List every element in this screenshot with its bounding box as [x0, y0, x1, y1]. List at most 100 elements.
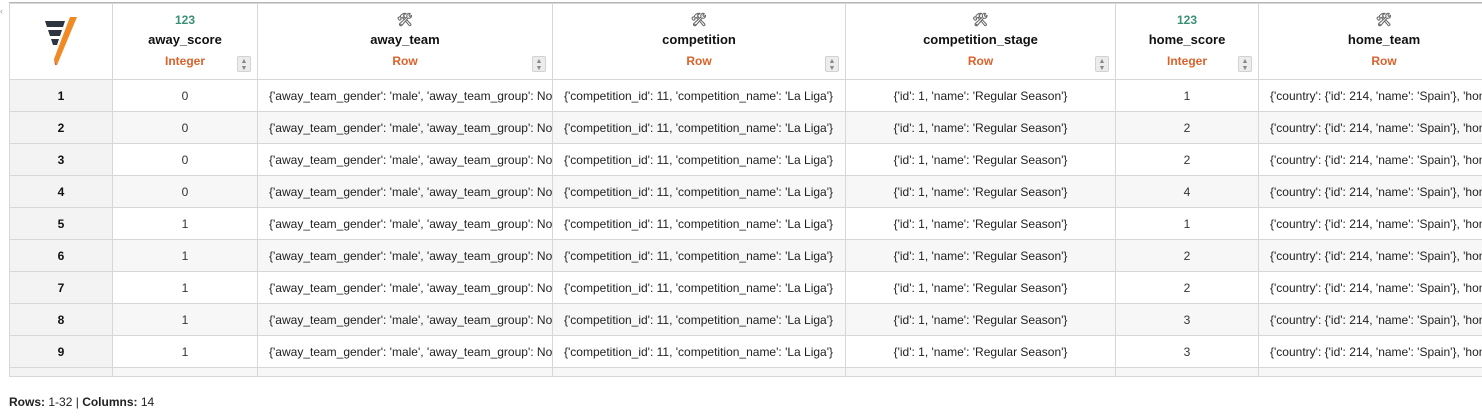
row-index: 1 — [9, 79, 113, 112]
column-header-away-team[interactable]: 🛠 away_team Row ▲ ▼ — [257, 3, 553, 80]
column-header-away-score[interactable]: 123 away_score Integer ▲ ▼ — [112, 3, 258, 80]
tools-type-icon: 🛠 — [690, 12, 708, 27]
cell-home-score[interactable]: 1 — [1115, 79, 1259, 112]
cell-away-team[interactable]: {'away_team_gender': 'male', 'away_team_… — [257, 175, 553, 208]
cell-away-score[interactable]: 0 — [112, 111, 258, 144]
cell-away-score[interactable]: 0 — [112, 143, 258, 176]
cell-competition-stage[interactable]: {'id': 1, 'name': 'Regular Season'} — [845, 335, 1116, 368]
row-index: 2 — [9, 111, 113, 144]
cell-home-score[interactable]: 3 — [1115, 303, 1259, 336]
cell-competition-stage[interactable]: {'id': 1, 'name': 'Regular Season'} — [845, 207, 1116, 240]
cell-empty — [845, 367, 1116, 377]
column-name: home_team — [1347, 32, 1421, 47]
column-header-competition-stage[interactable]: 🛠 competition_stage Row ▲ ▼ — [845, 3, 1116, 80]
tools-type-icon: 🛠 — [1375, 12, 1393, 27]
footer-separator: | — [75, 395, 79, 409]
cell-competition[interactable]: {'competition_id': 11, 'competition_name… — [552, 111, 846, 144]
cell-competition[interactable]: {'competition_id': 11, 'competition_name… — [552, 271, 846, 304]
cell-competition[interactable]: {'competition_id': 11, 'competition_name… — [552, 175, 846, 208]
cell-home-score[interactable]: 3 — [1115, 335, 1259, 368]
cell-competition-stage[interactable]: {'id': 1, 'name': 'Regular Season'} — [845, 303, 1116, 336]
cell-away-team[interactable]: {'away_team_gender': 'male', 'away_team_… — [257, 143, 553, 176]
cell-competition-stage[interactable]: {'id': 1, 'name': 'Regular Season'} — [845, 79, 1116, 112]
table-row-partial — [9, 367, 1482, 377]
table-row[interactable]: 2 0 {'away_team_gender': 'male', 'away_t… — [9, 111, 1482, 144]
table-row[interactable]: 4 0 {'away_team_gender': 'male', 'away_t… — [9, 175, 1482, 208]
cell-home-team[interactable]: {'country': {'id': 214, 'name': 'Spain'}… — [1258, 143, 1482, 176]
cell-home-team[interactable]: {'country': {'id': 214, 'name': 'Spain'}… — [1258, 111, 1482, 144]
row-index: 6 — [9, 239, 113, 272]
cell-away-score[interactable]: 1 — [112, 207, 258, 240]
collapse-handle-icon[interactable]: ‹ — [0, 6, 6, 16]
sort-toggle-icon[interactable]: ▲ ▼ — [532, 56, 546, 72]
column-header-home-team[interactable]: 🛠 home_team Row — [1258, 3, 1482, 80]
cell-away-score[interactable]: 1 — [112, 303, 258, 336]
row-index: 5 — [9, 207, 113, 240]
table-row[interactable]: 8 1 {'away_team_gender': 'male', 'away_t… — [9, 303, 1482, 336]
cell-home-score[interactable]: 2 — [1115, 271, 1259, 304]
column-header-home-score[interactable]: 123 home_score Integer ▲ ▼ — [1115, 3, 1259, 80]
cell-empty — [112, 367, 258, 377]
sort-toggle-icon[interactable]: ▲ ▼ — [1238, 56, 1252, 72]
cell-home-score[interactable]: 2 — [1115, 143, 1259, 176]
cell-home-team[interactable]: {'country': {'id': 214, 'name': 'Spain'}… — [1258, 79, 1482, 112]
table-row[interactable]: 3 0 {'away_team_gender': 'male', 'away_t… — [9, 143, 1482, 176]
app-logo-icon — [45, 17, 77, 65]
sort-toggle-icon[interactable]: ▲ ▼ — [237, 56, 251, 72]
cell-home-score[interactable]: 2 — [1115, 111, 1259, 144]
cell-home-team[interactable]: {'country': {'id': 214, 'name': 'Spain'}… — [1258, 271, 1482, 304]
cell-competition-stage[interactable]: {'id': 1, 'name': 'Regular Season'} — [845, 239, 1116, 272]
cell-competition-stage[interactable]: {'id': 1, 'name': 'Regular Season'} — [845, 111, 1116, 144]
cell-away-team[interactable]: {'away_team_gender': 'male', 'away_team_… — [257, 239, 553, 272]
cell-away-score[interactable]: 1 — [112, 271, 258, 304]
table-row[interactable]: 1 0 {'away_team_gender': 'male', 'away_t… — [9, 79, 1482, 112]
numeric-type-icon: 123 — [174, 13, 196, 27]
cell-away-team[interactable]: {'away_team_gender': 'male', 'away_team_… — [257, 303, 553, 336]
cell-competition[interactable]: {'competition_id': 11, 'competition_name… — [552, 143, 846, 176]
table-row[interactable]: 5 1 {'away_team_gender': 'male', 'away_t… — [9, 207, 1482, 240]
column-type: Row — [1371, 54, 1397, 68]
column-name: away_score — [148, 32, 222, 47]
row-index: 9 — [9, 335, 113, 368]
tools-type-icon: 🛠 — [972, 12, 989, 27]
grid-footer: Rows: 1-32 | Columns: 14 — [9, 395, 154, 409]
table-row[interactable]: 7 1 {'away_team_gender': 'male', 'away_t… — [9, 271, 1482, 304]
cell-away-team[interactable]: {'away_team_gender': 'male', 'away_team_… — [257, 111, 553, 144]
cell-home-team[interactable]: {'country': {'id': 214, 'name': 'Spain'}… — [1258, 207, 1482, 240]
cell-away-team[interactable]: {'away_team_gender': 'male', 'away_team_… — [257, 207, 553, 240]
cell-away-score[interactable]: 0 — [112, 79, 258, 112]
cell-home-score[interactable]: 4 — [1115, 175, 1259, 208]
table-row[interactable]: 9 1 {'away_team_gender': 'male', 'away_t… — [9, 335, 1482, 368]
cell-away-team[interactable]: {'away_team_gender': 'male', 'away_team_… — [257, 335, 553, 368]
numeric-type-icon: 123 — [1176, 13, 1198, 27]
cell-home-team[interactable]: {'country': {'id': 214, 'name': 'Spain'}… — [1258, 175, 1482, 208]
cell-home-score[interactable]: 1 — [1115, 207, 1259, 240]
cell-home-team[interactable]: {'country': {'id': 214, 'name': 'Spain'}… — [1258, 335, 1482, 368]
column-name: competition — [662, 32, 736, 47]
cell-competition[interactable]: {'competition_id': 11, 'competition_name… — [552, 207, 846, 240]
cell-competition[interactable]: {'competition_id': 11, 'competition_name… — [552, 335, 846, 368]
cell-away-score[interactable]: 0 — [112, 175, 258, 208]
cell-empty — [552, 367, 846, 377]
cell-competition[interactable]: {'competition_id': 11, 'competition_name… — [552, 303, 846, 336]
cell-home-team[interactable]: {'country': {'id': 214, 'name': 'Spain'}… — [1258, 239, 1482, 272]
cell-away-team[interactable]: {'away_team_gender': 'male', 'away_team_… — [257, 271, 553, 304]
cell-competition[interactable]: {'competition_id': 11, 'competition_name… — [552, 239, 846, 272]
column-header-competition[interactable]: 🛠 competition Row ▲ ▼ — [552, 3, 846, 80]
cell-away-team[interactable]: {'away_team_gender': 'male', 'away_team_… — [257, 79, 553, 112]
logo-cell — [9, 3, 113, 80]
row-index: 8 — [9, 303, 113, 336]
cell-competition-stage[interactable]: {'id': 1, 'name': 'Regular Season'} — [845, 175, 1116, 208]
sort-toggle-icon[interactable]: ▲ ▼ — [825, 56, 839, 72]
cell-competition[interactable]: {'competition_id': 11, 'competition_name… — [552, 79, 846, 112]
cell-away-score[interactable]: 1 — [112, 335, 258, 368]
cell-home-score[interactable]: 2 — [1115, 239, 1259, 272]
cell-home-team[interactable]: {'country': {'id': 214, 'name': 'Spain'}… — [1258, 303, 1482, 336]
table-row[interactable]: 6 1 {'away_team_gender': 'male', 'away_t… — [9, 239, 1482, 272]
sort-toggle-icon[interactable]: ▲ ▼ — [1095, 56, 1109, 72]
cell-away-score[interactable]: 1 — [112, 239, 258, 272]
cell-competition-stage[interactable]: {'id': 1, 'name': 'Regular Season'} — [845, 143, 1116, 176]
cell-competition-stage[interactable]: {'id': 1, 'name': 'Regular Season'} — [845, 271, 1116, 304]
column-name: competition_stage — [923, 32, 1038, 47]
column-type: Integer — [1166, 54, 1207, 68]
